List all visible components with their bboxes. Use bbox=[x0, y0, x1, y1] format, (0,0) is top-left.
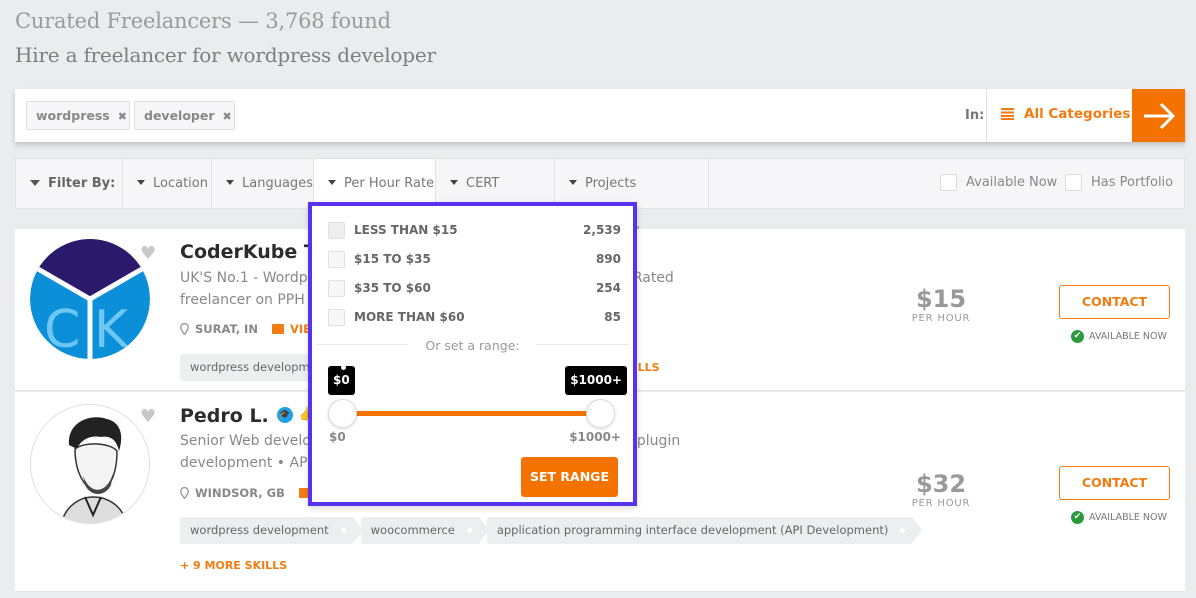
search-submit-button[interactable] bbox=[1132, 89, 1185, 142]
favorite-heart-icon[interactable]: ♥ bbox=[140, 243, 156, 264]
caret-down-icon bbox=[226, 180, 234, 185]
more-skills-link[interactable]: + 9 MORE SKILLS bbox=[180, 559, 287, 572]
checkbox[interactable] bbox=[328, 279, 345, 297]
range-slider-track[interactable] bbox=[342, 411, 604, 416]
hourly-rate: $15 PER HOUR bbox=[911, 285, 971, 324]
range-min-tooltip: $0 bbox=[328, 366, 355, 395]
arrow-right-icon bbox=[1143, 102, 1175, 129]
filter-icon bbox=[30, 179, 40, 186]
contact-button[interactable]: CONTACT bbox=[1059, 466, 1170, 500]
certified-badge-icon: 🎓 bbox=[276, 406, 293, 423]
page-subtitle: Hire a freelancer for wordpress develope… bbox=[15, 43, 436, 67]
portfolio-icon bbox=[271, 324, 284, 334]
filter-per-hour-rate[interactable]: Per Hour Rate bbox=[314, 159, 436, 208]
range-min-label: $0 bbox=[329, 430, 346, 444]
availability-status: ✔ AVAILABLE NOW bbox=[1071, 330, 1167, 343]
availability-status: ✔ AVAILABLE NOW bbox=[1071, 511, 1167, 524]
option-count: 2,539 bbox=[583, 223, 621, 237]
avatar[interactable] bbox=[30, 404, 150, 524]
rate-option-less-than-15[interactable]: LESS THAN $15 2,539 bbox=[328, 220, 621, 240]
avatar[interactable]: C K bbox=[30, 239, 150, 359]
range-max-label: $1000+ bbox=[569, 430, 621, 444]
list-icon bbox=[1001, 107, 1014, 121]
freelancer-location: WINDSOR, GB bbox=[180, 486, 311, 500]
range-max-handle[interactable] bbox=[586, 399, 615, 428]
range-min-handle[interactable] bbox=[328, 399, 357, 428]
category-selector[interactable]: All Categories bbox=[1001, 106, 1130, 122]
results-title: Curated Freelancers — 3,768 found bbox=[15, 9, 391, 33]
skill-tag[interactable]: wordpress development bbox=[180, 517, 363, 544]
remove-tag-icon[interactable]: ✖ bbox=[223, 110, 232, 123]
option-count: 254 bbox=[595, 281, 621, 295]
caret-down-icon bbox=[569, 180, 577, 185]
hourly-rate: $32 PER HOUR bbox=[911, 470, 971, 509]
search-tag-developer[interactable]: developer ✖ bbox=[134, 101, 235, 130]
caret-down-icon bbox=[328, 180, 336, 185]
filter-projects-completed[interactable]: Projects Completed bbox=[555, 159, 709, 240]
checkbox[interactable] bbox=[940, 174, 957, 191]
map-pin-icon bbox=[180, 487, 189, 499]
rate-option-more-than-60[interactable]: MORE THAN $60 85 bbox=[328, 307, 621, 327]
option-count: 890 bbox=[595, 252, 621, 266]
caret-down-icon bbox=[137, 180, 145, 185]
freelancer-name[interactable]: CoderKube T. bbox=[180, 241, 321, 263]
tag-label: developer bbox=[144, 108, 215, 123]
profile-photo bbox=[31, 405, 149, 523]
filter-location[interactable]: Location bbox=[123, 159, 212, 208]
available-now-checkbox[interactable]: Available Now bbox=[940, 174, 1057, 191]
map-pin-icon bbox=[180, 323, 189, 335]
range-max-tooltip: $1000+ bbox=[565, 366, 627, 395]
check-circle-icon: ✔ bbox=[1071, 330, 1084, 343]
filter-cert-ranking[interactable]: CERT Ranking bbox=[436, 159, 555, 240]
skill-tag[interactable]: woocommerce bbox=[360, 517, 490, 544]
option-count: 85 bbox=[604, 310, 621, 324]
in-label: In: bbox=[965, 108, 985, 123]
filter-by-label: Filter By: bbox=[16, 159, 123, 208]
contact-button[interactable]: CONTACT bbox=[1059, 285, 1170, 319]
category-label: All Categories bbox=[1024, 106, 1131, 122]
remove-tag-icon[interactable]: ✖ bbox=[118, 110, 127, 123]
rate-option-35-to-60[interactable]: $35 TO $60 254 bbox=[328, 278, 621, 298]
checkbox[interactable] bbox=[328, 308, 345, 326]
skill-tag[interactable]: application programming interface develo… bbox=[486, 517, 922, 544]
range-divider: Or set a range: bbox=[316, 338, 629, 354]
checkbox[interactable] bbox=[1065, 174, 1082, 191]
freelancer-location: SURAT, IN VIE bbox=[180, 322, 311, 336]
divider bbox=[986, 89, 987, 142]
checkbox[interactable] bbox=[328, 221, 345, 239]
coderkube-logo: C K bbox=[30, 239, 150, 359]
search-bar: wordpress ✖ developer ✖ In: All Categories bbox=[15, 89, 1185, 142]
per-hour-rate-dropdown: LESS THAN $15 2,539 $15 TO $35 890 $35 TO … bbox=[308, 202, 637, 506]
search-tag-wordpress[interactable]: wordpress ✖ bbox=[26, 101, 130, 130]
check-circle-icon: ✔ bbox=[1071, 511, 1084, 524]
set-range-button[interactable]: SET RANGE bbox=[521, 457, 618, 497]
caret-down-icon bbox=[450, 180, 458, 185]
svg-text:K: K bbox=[94, 300, 130, 359]
freelancer-name[interactable]: Pedro L. 🎓 👍 bbox=[180, 405, 315, 427]
checkbox[interactable] bbox=[328, 250, 345, 268]
skill-list: wordpress development woocommerce applic… bbox=[180, 517, 922, 544]
has-portfolio-checkbox[interactable]: Has Portfolio bbox=[1065, 174, 1173, 191]
tag-label: wordpress bbox=[36, 108, 110, 123]
svg-text:C: C bbox=[44, 300, 80, 359]
favorite-heart-icon[interactable]: ♥ bbox=[140, 406, 156, 427]
rate-option-15-to-35[interactable]: $15 TO $35 890 bbox=[328, 249, 621, 269]
filter-languages[interactable]: Languages bbox=[212, 159, 314, 208]
